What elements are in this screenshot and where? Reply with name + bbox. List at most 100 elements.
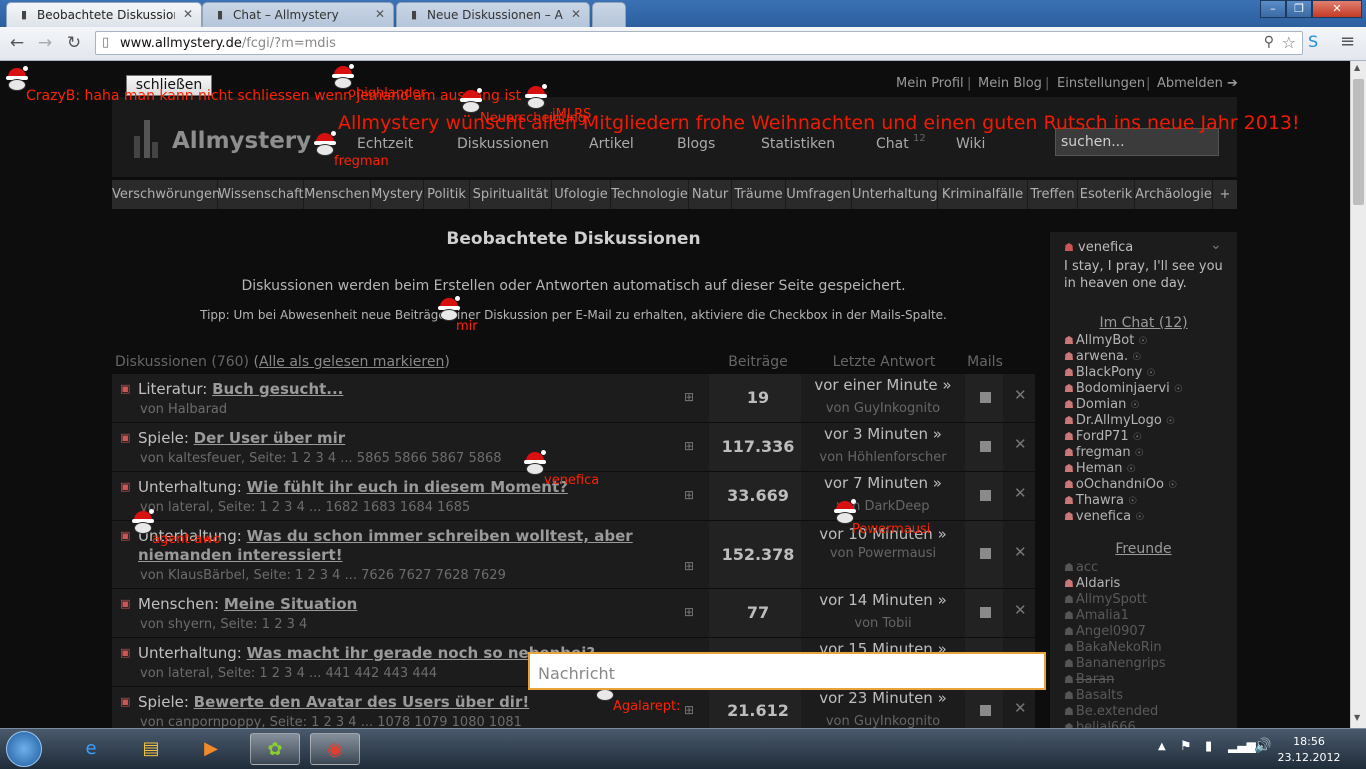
row-pages[interactable]: , Seite: 1 2 3 4 ... 441 442 443 444 (210, 666, 438, 681)
in-chat-heading[interactable]: Im Chat (12) (1050, 315, 1237, 331)
friend-name[interactable]: Basalts (1076, 688, 1123, 703)
icq-icon[interactable]: ✿ (250, 733, 300, 765)
last-reply-author[interactable]: von GuyInkognito (802, 714, 964, 729)
discussion-title-link[interactable]: Wie fühlt ihr euch in diesem Moment? (247, 478, 568, 496)
category-kriminalfaelle[interactable]: Kriminalfälle (938, 180, 1028, 209)
scroll-up-icon[interactable]: ▲ (1354, 63, 1360, 72)
reload-icon[interactable]: ↻ (63, 32, 85, 54)
settings-link[interactable]: Einstellungen (1057, 76, 1145, 91)
last-reply-link[interactable]: vor 7 Minuten » (802, 474, 964, 492)
last-reply-link[interactable]: vor einer Minute » (802, 376, 964, 394)
friend-item[interactable]: ☗ Baran (1064, 672, 1114, 687)
row-pages[interactable]: , Seite: 1 2 3 4 ... 5865 5866 5867 5868 (241, 451, 502, 466)
chat-user-item[interactable]: ☗ venefica ☉ (1064, 509, 1144, 524)
discussion-title-link[interactable]: Buch gesucht... (212, 380, 343, 398)
mail-checkbox[interactable] (980, 705, 991, 716)
last-reply-author[interactable]: von Powermausi (802, 546, 964, 561)
feed-icon[interactable]: ⊞ (684, 703, 694, 717)
friend-name[interactable]: Bananengrips (1076, 656, 1166, 671)
friend-name[interactable]: AllmySpott (1076, 592, 1147, 607)
friends-heading[interactable]: Freunde (1050, 541, 1237, 557)
remove-icon[interactable]: ✕ (1014, 386, 1027, 404)
action-center-flag-icon[interactable]: ⚑ (1180, 739, 1192, 754)
message-input[interactable]: Nachricht (528, 652, 1046, 690)
bookmark-star-icon[interactable]: ☆ (1282, 33, 1296, 52)
chat-user-item[interactable]: ☗ Heman ☉ (1064, 461, 1136, 476)
chat-user-item[interactable]: ☗ FordP71 ☉ (1064, 429, 1142, 444)
page-scrollbar[interactable]: ▲ ▼ (1350, 61, 1366, 728)
last-reply-link[interactable]: vor 3 Minuten » (802, 425, 964, 443)
chat-user-item[interactable]: ☗ Dr.AllmyLogo ☉ (1064, 413, 1175, 428)
media-player-icon[interactable]: ▶ (186, 733, 236, 765)
category-esoterik[interactable]: Esoterik (1078, 180, 1135, 209)
chat-user-name[interactable]: BlackPony (1076, 365, 1142, 380)
tab-close-icon[interactable]: ✕ (375, 7, 385, 21)
minimize-button[interactable]: – (1260, 0, 1286, 18)
chat-user-item[interactable]: ☗ fregman ☉ (1064, 445, 1144, 460)
last-reply-link[interactable]: vor 23 Minuten » (802, 689, 964, 707)
tab-chat[interactable]: ▮ Chat – Allmystery ✕ (202, 2, 394, 27)
chat-user-name[interactable]: arwena. (1076, 349, 1128, 364)
friend-name[interactable]: Angel0907 (1076, 624, 1146, 639)
nav-blogs[interactable]: Blogs (677, 136, 715, 152)
friend-item[interactable]: ☗ AllmySpott (1064, 592, 1147, 607)
mail-checkbox[interactable] (980, 548, 991, 559)
feed-icon[interactable]: ⊞ (684, 559, 694, 573)
friend-name[interactable]: acc (1076, 560, 1098, 575)
feed-icon[interactable]: ⊞ (684, 605, 694, 619)
row-author[interactable]: von shyern (140, 617, 212, 632)
chat-user-item[interactable]: ☗ Bodominjaervi ☉ (1064, 381, 1183, 396)
last-reply-author[interactable]: von Tobii (802, 616, 964, 631)
internet-explorer-icon[interactable]: e (66, 733, 116, 765)
friend-item[interactable]: ☗ Angel0907 (1064, 624, 1146, 639)
friend-item[interactable]: ☗ BakaNekoRin (1064, 640, 1162, 655)
discussion-title-link[interactable]: Der User über mir (194, 429, 346, 447)
row-pages[interactable]: , Seite: 1 2 3 4 ... 7626 7627 7628 7629 (245, 568, 506, 583)
tab-close-icon[interactable]: ✕ (183, 7, 193, 21)
category-treffen[interactable]: Treffen (1028, 180, 1078, 209)
close-window-button[interactable]: ✕ (1312, 0, 1362, 18)
remove-icon[interactable]: ✕ (1014, 435, 1027, 453)
scrollbar-thumb[interactable] (1353, 79, 1364, 205)
friend-item[interactable]: ☗ Basalts (1064, 688, 1123, 703)
mark-all-read-link[interactable]: Alle als gelesen markieren (259, 354, 444, 370)
chat-user-item[interactable]: ☗ AllmyBot ☉ (1064, 333, 1147, 348)
friend-name[interactable]: BakaNekoRin (1076, 640, 1162, 655)
category-archaeologie[interactable]: Archäologie (1135, 180, 1213, 209)
sidebar-user[interactable]: ☗ venefica (1064, 240, 1133, 255)
chat-user-name[interactable]: FordP71 (1076, 429, 1129, 444)
category-wissenschaft[interactable]: Wissenschaft (218, 180, 304, 209)
feed-icon[interactable]: ⊞ (684, 439, 694, 453)
my-blog-link[interactable]: Mein Blog (978, 76, 1042, 91)
friend-name[interactable]: Aldaris (1076, 576, 1120, 591)
my-profile-link[interactable]: Mein Profil (896, 76, 964, 91)
remove-icon[interactable]: ✕ (1014, 484, 1027, 502)
row-author[interactable]: von KlausBärbel (140, 568, 245, 583)
chat-user-item[interactable]: ☗ Domian ☉ (1064, 397, 1139, 412)
site-logo-text[interactable]: Allmystery (172, 128, 311, 154)
category-more-button[interactable]: + (1213, 180, 1237, 209)
friend-name[interactable]: Amalia1 (1076, 608, 1129, 623)
menu-wrench-icon[interactable]: ≡ (1340, 31, 1355, 52)
last-reply-author[interactable]: von Höhlenforscher (802, 450, 964, 465)
row-author[interactable]: von kaltesfeuer (140, 451, 241, 466)
network-signal-icon[interactable]: ▂▄▆ (1228, 739, 1256, 753)
tray-expand-icon[interactable]: ▲ (1158, 741, 1166, 752)
friend-item[interactable]: ☗ acc (1064, 560, 1098, 575)
chat-user-name[interactable]: oOchandniOo (1076, 477, 1164, 492)
remove-icon[interactable]: ✕ (1014, 601, 1027, 619)
chat-user-name[interactable]: fregman (1076, 445, 1131, 460)
row-author[interactable]: von lateral (140, 666, 210, 681)
friend-item[interactable]: ☗ Aldaris (1064, 576, 1120, 591)
friend-name[interactable]: Baran (1076, 672, 1114, 687)
category-umfragen[interactable]: Umfragen (786, 180, 852, 209)
chat-user-name[interactable]: Domian (1076, 397, 1126, 412)
power-icon[interactable]: ▮ (1205, 739, 1212, 754)
allmystery-logo-icon[interactable] (134, 120, 160, 158)
tab-active[interactable]: ▮ Beobachtete Diskussionen ✕ (6, 2, 202, 27)
chat-user-name[interactable]: AllmyBot (1076, 333, 1134, 348)
skype-extension-icon[interactable]: S (1308, 32, 1318, 51)
friend-item[interactable]: ☗ Be.extended (1064, 704, 1158, 719)
logout-link[interactable]: Abmelden ➔ (1157, 76, 1238, 91)
zoom-icon[interactable]: ⚲ (1264, 34, 1274, 50)
